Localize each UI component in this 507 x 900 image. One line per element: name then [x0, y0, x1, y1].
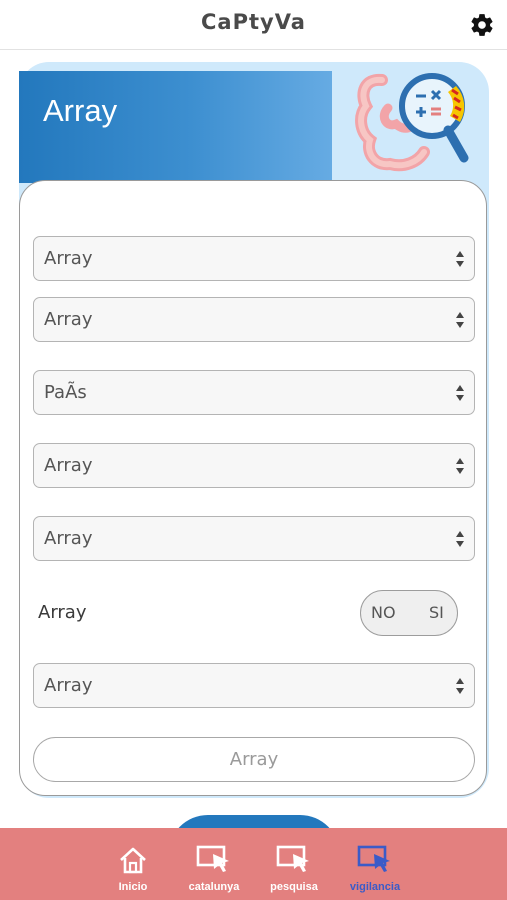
nav-item-catalunya[interactable]: catalunya [184, 828, 244, 900]
select-1[interactable]: Array [33, 236, 475, 281]
select-4[interactable]: Array [33, 443, 475, 488]
nav-item-inicio[interactable]: Inicio [106, 828, 160, 900]
select-arrows-icon [456, 458, 464, 474]
card-title: Array [43, 93, 118, 128]
nav-item-pesquisa[interactable]: pesquisa [264, 828, 324, 900]
select-5[interactable]: Array [33, 516, 475, 561]
select-2[interactable]: Array [33, 297, 475, 342]
bottom-nav: Inicio catalunya pesquisa vigilancia [0, 828, 507, 900]
select-arrows-icon [456, 251, 464, 267]
nav-label-inicio: Inicio [118, 881, 148, 893]
app-bar: CaPtyVa [0, 0, 507, 50]
nav-label-catalunya: catalunya [188, 881, 240, 893]
select-arrows-icon [456, 678, 464, 694]
select-arrows-icon [456, 385, 464, 401]
nav-label-vigilancia: vigilancia [349, 881, 401, 893]
cursor-screen-icon [357, 845, 390, 872]
toggle-label: Array [38, 602, 87, 623]
select-2-value: Array [44, 309, 93, 330]
cursor-screen-icon [196, 845, 229, 872]
select-6-value: Array [44, 675, 93, 696]
toggle-si-option[interactable]: SI [429, 603, 444, 622]
cursor-screen-icon [276, 845, 309, 872]
select-6[interactable]: Array [33, 663, 475, 708]
select-5-value: Array [44, 528, 93, 549]
select-arrows-icon [456, 312, 464, 328]
settings-gear-icon[interactable] [469, 12, 495, 38]
app-title: CaPtyVa [201, 10, 306, 34]
nav-item-vigilancia[interactable]: vigilancia [343, 828, 407, 900]
select-country-value: PaÃs [44, 382, 87, 403]
nav-label-pesquisa: pesquisa [270, 881, 318, 893]
intestine-magnifier-icon [355, 73, 469, 172]
submit-button[interactable]: Array [33, 737, 475, 782]
no-si-toggle[interactable]: NO SI [360, 590, 458, 636]
select-4-value: Array [44, 455, 93, 476]
toggle-no-option[interactable]: NO [371, 603, 396, 622]
select-country[interactable]: PaÃs [33, 370, 475, 415]
home-icon [120, 847, 146, 874]
select-1-value: Array [44, 248, 93, 269]
select-arrows-icon [456, 531, 464, 547]
